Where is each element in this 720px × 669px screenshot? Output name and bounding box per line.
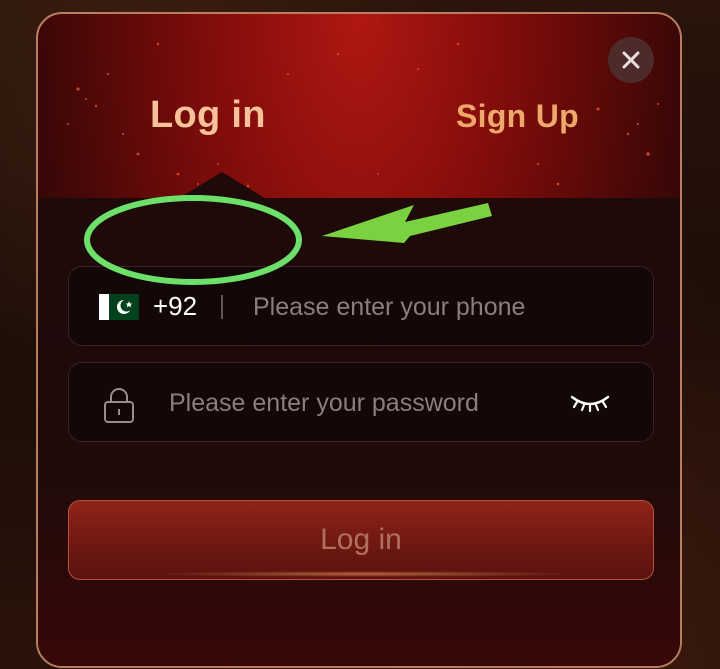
tab-indicator (176, 172, 268, 200)
login-button-label: Log in (320, 523, 402, 556)
password-input[interactable] (169, 383, 549, 423)
tab-signup[interactable]: Sign Up (456, 98, 579, 135)
password-field (68, 362, 654, 442)
divider (221, 295, 223, 319)
login-modal: Log in Sign Up +92 Please enter your pho… (36, 12, 682, 668)
button-glow (149, 571, 579, 577)
phone-field: +92 (68, 266, 654, 346)
country-code[interactable]: +92 (153, 291, 197, 322)
phone-input[interactable] (253, 287, 633, 327)
login-button[interactable]: Log in (68, 500, 654, 580)
eye-closed-icon[interactable] (569, 391, 611, 415)
auth-tabs: Log in Sign Up (38, 14, 680, 199)
tab-login[interactable]: Log in (150, 94, 266, 137)
pakistan-flag-icon (99, 294, 139, 320)
close-button[interactable] (608, 37, 654, 83)
lock-icon (104, 388, 134, 423)
close-icon (622, 51, 640, 69)
